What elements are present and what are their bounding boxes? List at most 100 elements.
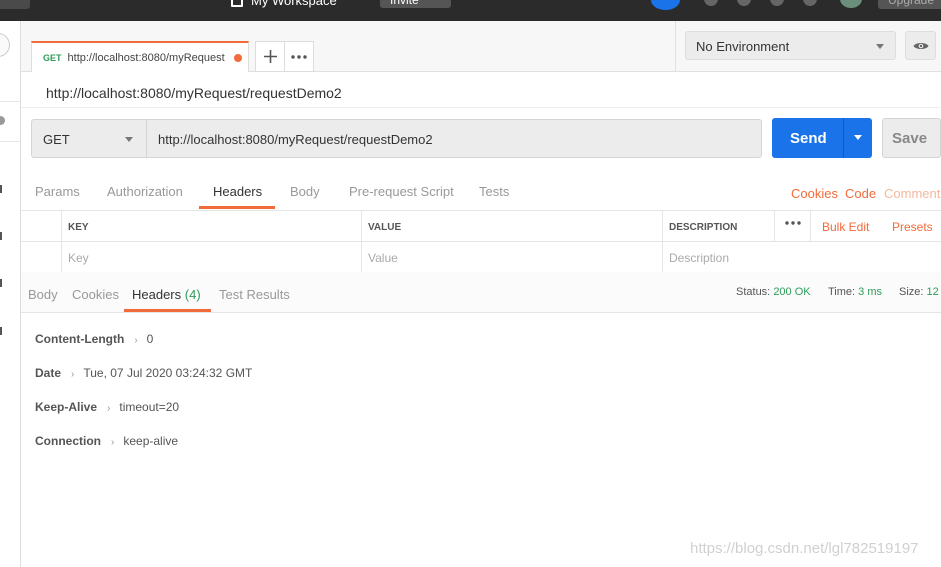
comments-link[interactable]: Comments — [884, 186, 941, 201]
environment-bar: No Environment — [675, 21, 941, 72]
bulk-edit-link[interactable]: Bulk Edit — [822, 211, 869, 242]
table-options-button[interactable] — [775, 211, 811, 242]
divider — [21, 107, 941, 108]
header-value: 0 — [146, 332, 154, 346]
send-options-button[interactable] — [843, 118, 872, 158]
value-input[interactable]: Value — [362, 242, 663, 273]
header-value: timeout=20 — [119, 400, 180, 414]
active-tab-indicator — [124, 309, 211, 312]
tab-params[interactable]: Params — [35, 184, 80, 199]
size-value[interactable]: 12 — [927, 286, 939, 298]
new-button[interactable] — [0, 0, 30, 9]
description-input[interactable]: Description — [663, 242, 941, 273]
header-value: Tue, 07 Jul 2020 03:24:32 GMT — [83, 366, 253, 380]
app-header: My Workspace Invite Upgrade — [0, 0, 941, 21]
upgrade-button[interactable]: Upgrade — [878, 0, 941, 9]
sidebar-item-icon[interactable] — [0, 279, 4, 287]
ellipsis-icon — [785, 221, 801, 225]
sidebar-search-icon[interactable] — [0, 33, 10, 57]
status-label: Status: — [736, 286, 771, 298]
column-value: VALUE — [362, 211, 663, 242]
headers-count-badge: (4) — [184, 287, 201, 302]
tab-headers[interactable]: Headers — [213, 184, 262, 199]
workspace-grid-icon — [231, 0, 243, 7]
request-tab[interactable]: GET http://localhost:8080/myRequest — [31, 41, 249, 72]
tab-tests[interactable]: Tests — [479, 184, 509, 199]
response-tab-body[interactable]: Body — [28, 287, 58, 302]
status-readout: Status: 200 OK — [736, 286, 811, 298]
presets-link[interactable]: Presets — [892, 211, 933, 242]
tab-body[interactable]: Body — [290, 184, 320, 199]
request-tabs: Params Authorization Headers Body Pre-re… — [21, 174, 941, 210]
capture-icon[interactable] — [704, 0, 718, 6]
notifications-icon[interactable] — [770, 0, 784, 6]
status-value[interactable]: 200 OK — [773, 286, 810, 298]
arrow-right-icon: › — [134, 335, 138, 346]
sidebar-divider — [0, 141, 21, 142]
sidebar-item-icon[interactable] — [0, 232, 4, 240]
column-description: DESCRIPTION — [663, 211, 775, 242]
row-checkbox[interactable] — [21, 242, 62, 273]
method-select[interactable]: GET — [31, 119, 147, 158]
tab-pre-request-script[interactable]: Pre-request Script — [349, 184, 454, 199]
request-name[interactable]: http://localhost:8080/myRequest/requestD… — [46, 85, 342, 101]
environment-select[interactable]: No Environment — [685, 31, 896, 60]
new-tab-button[interactable] — [255, 41, 285, 72]
chevron-down-icon — [876, 44, 884, 49]
arrow-right-icon: › — [71, 369, 75, 380]
heart-icon[interactable] — [803, 0, 817, 6]
method-label: GET — [43, 132, 70, 147]
tab-options-button[interactable] — [284, 41, 314, 72]
time-label: Time: — [828, 286, 856, 298]
sidebar-item-icon[interactable] — [0, 185, 4, 193]
sync-icon[interactable] — [651, 0, 680, 10]
sidebar-divider — [0, 101, 21, 102]
response-header-row: Keep-Alive › timeout=20 — [35, 400, 179, 414]
header-key: Keep-Alive — [35, 400, 98, 414]
response-tab-headers[interactable]: Headers (4) — [132, 287, 201, 302]
settings-icon[interactable] — [737, 0, 751, 6]
request-tab-bar: GET http://localhost:8080/myRequest — [21, 21, 675, 72]
ellipsis-icon — [291, 54, 307, 59]
sidebar-filter-icon[interactable] — [0, 116, 5, 125]
send-button[interactable]: Send — [772, 118, 844, 158]
workspace-switcher[interactable]: My Workspace — [231, 0, 337, 8]
header-key: Date — [35, 366, 62, 380]
header-key: Connection — [35, 434, 101, 448]
response-tab-headers-label: Headers — [132, 287, 182, 302]
unsaved-dot-icon — [234, 54, 242, 62]
avatar[interactable] — [840, 0, 862, 8]
code-link[interactable]: Code — [845, 186, 876, 201]
header-value: keep-alive — [123, 434, 179, 448]
arrow-right-icon: › — [107, 403, 111, 414]
key-input[interactable]: Key — [62, 242, 362, 273]
tab-authorization[interactable]: Authorization — [107, 184, 183, 199]
response-bar: Body Cookies Headers (4) Test Results St… — [21, 272, 941, 313]
header-key: Content-Length — [35, 332, 125, 346]
time-value[interactable]: 3 ms — [858, 286, 882, 298]
response-tab-test-results[interactable]: Test Results — [219, 287, 290, 302]
environment-quick-look-button[interactable] — [905, 31, 936, 60]
chevron-down-icon — [125, 137, 133, 142]
time-readout: Time: 3 ms — [828, 286, 882, 298]
cookies-link[interactable]: Cookies — [791, 186, 838, 201]
eye-icon — [913, 42, 928, 49]
invite-button[interactable]: Invite — [380, 0, 451, 8]
row-checkbox-header — [21, 211, 62, 242]
size-readout: Size: 12 — [899, 286, 939, 298]
response-tab-cookies[interactable]: Cookies — [72, 287, 119, 302]
tab-method: GET — [43, 52, 62, 63]
tab-label: http://localhost:8080/myRequest — [67, 51, 225, 64]
arrow-right-icon: › — [111, 437, 115, 448]
url-input[interactable]: http://localhost:8080/myRequest/requestD… — [146, 119, 762, 158]
active-tab-indicator — [199, 206, 275, 209]
workspace-label: My Workspace — [251, 0, 337, 8]
response-header-row: Connection › keep-alive — [35, 434, 178, 448]
environment-label: No Environment — [696, 39, 790, 54]
plus-icon — [263, 50, 277, 63]
watermark: https://blog.csdn.net/lgl782519197 — [690, 540, 919, 557]
response-header-row: Content-Length › 0 — [35, 332, 153, 346]
save-button[interactable]: Save — [882, 118, 941, 158]
headers-table: KEY VALUE DESCRIPTION Bulk Edit Presets … — [21, 210, 941, 273]
sidebar-item-icon[interactable] — [0, 327, 4, 335]
